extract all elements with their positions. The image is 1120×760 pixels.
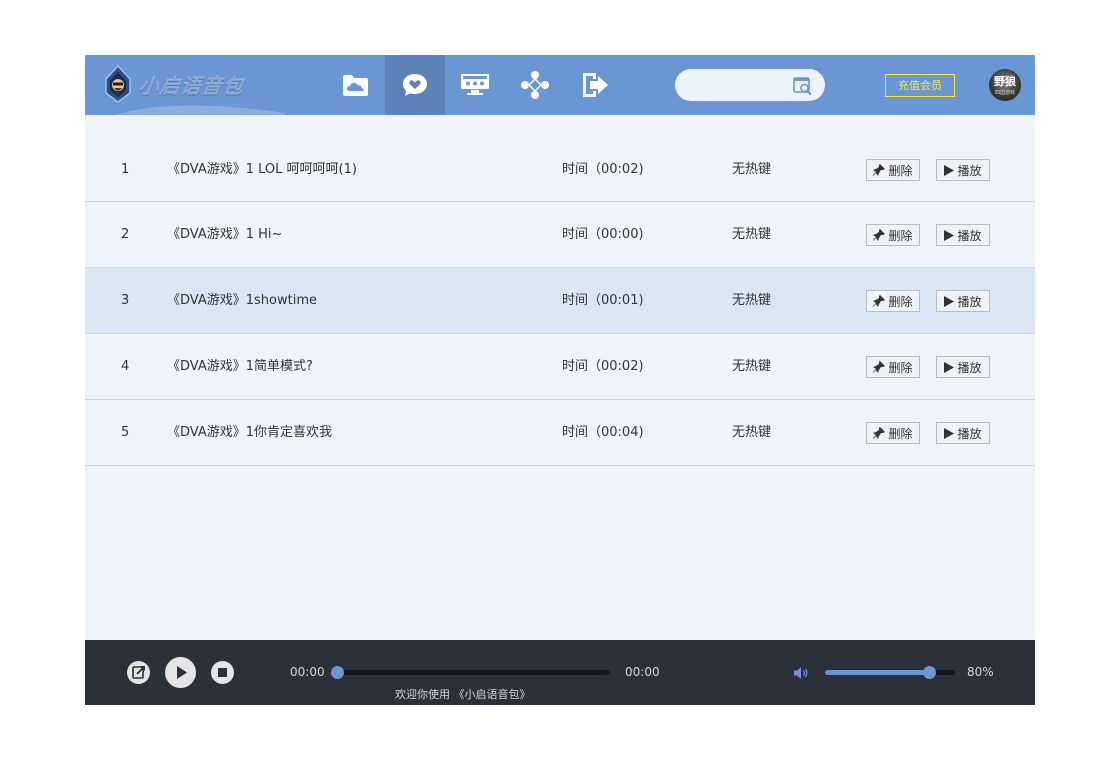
- row-index: 5: [121, 425, 130, 440]
- list-item[interactable]: 2 《DVA游戏》1 Hi~ 时间（00:00) 无热键 删除 播放: [85, 202, 1035, 268]
- player-bar: 00:00 00:00 欢迎你使用 《小启语音包》 80%: [85, 640, 1035, 705]
- cloud-folder-icon: [342, 75, 368, 96]
- sound-hotkey: 无热键: [732, 293, 772, 308]
- recharge-vip-button[interactable]: 充值会员: [885, 74, 955, 97]
- avatar-text: 野狼: [994, 75, 1016, 88]
- row-index: 1: [121, 162, 130, 177]
- sound-duration: 时间（00:04): [562, 425, 644, 440]
- delete-label: 删除: [888, 294, 913, 309]
- current-time: 00:00: [290, 665, 325, 679]
- app-window: 小启语音包 充值会员 野狼 四国游戏 1 《DVA游戏》1 LOL 呵呵呵呵(1…: [85, 55, 1035, 705]
- logo-swoosh-decoration: [115, 105, 285, 115]
- play-label: 播放: [957, 228, 982, 243]
- loop-button[interactable]: [127, 661, 150, 684]
- nav-cloud[interactable]: [325, 55, 385, 115]
- pin-icon: [873, 229, 886, 241]
- total-time: 00:00: [625, 665, 660, 679]
- avatar-subtext: 四国游戏: [994, 90, 1015, 96]
- delete-label: 删除: [888, 360, 913, 375]
- nav-exit[interactable]: [565, 55, 625, 115]
- sound-duration: 时间（00:01): [562, 293, 644, 308]
- play-button[interactable]: 播放: [936, 159, 990, 181]
- avatar[interactable]: 野狼 四国游戏: [989, 69, 1021, 101]
- delete-label: 删除: [888, 426, 913, 441]
- delete-label: 删除: [888, 163, 913, 178]
- speaker-icon[interactable]: [793, 666, 811, 680]
- play-icon: [944, 361, 955, 373]
- play-label: 播放: [957, 294, 982, 309]
- play-pause-button[interactable]: [165, 657, 196, 688]
- gamepad-icon: [521, 71, 549, 99]
- sound-duration: 时间（00:00): [562, 227, 644, 242]
- delete-button[interactable]: 删除: [866, 159, 920, 181]
- heart-chat-icon: [403, 74, 427, 96]
- play-icon: [944, 295, 955, 307]
- exit-icon: [583, 73, 608, 97]
- progress-bar[interactable]: [331, 666, 610, 679]
- nav-favorites[interactable]: [385, 55, 445, 115]
- volume-handle[interactable]: [923, 666, 936, 679]
- play-icon: [177, 666, 187, 679]
- sound-hotkey: 无热键: [732, 425, 772, 440]
- delete-button[interactable]: 删除: [866, 422, 920, 444]
- stop-button[interactable]: [211, 661, 234, 684]
- pin-icon: [873, 164, 886, 176]
- nav-game[interactable]: [505, 55, 565, 115]
- play-button[interactable]: 播放: [936, 356, 990, 378]
- delete-button[interactable]: 删除: [866, 224, 920, 246]
- sound-duration: 时间（00:02): [562, 162, 644, 177]
- sound-name: 《DVA游戏》1 Hi~: [167, 227, 283, 242]
- sound-hotkey: 无热键: [732, 162, 772, 177]
- stop-icon: [218, 668, 227, 677]
- volume-slider[interactable]: [825, 666, 955, 679]
- play-icon: [944, 427, 955, 439]
- search-input[interactable]: [689, 74, 793, 98]
- delete-button[interactable]: 删除: [866, 356, 920, 378]
- play-label: 播放: [957, 426, 982, 441]
- sound-list: 1 《DVA游戏》1 LOL 呵呵呵呵(1) 时间（00:02) 无热键 删除 …: [85, 137, 1035, 466]
- play-icon: [944, 164, 955, 176]
- nav-monitor[interactable]: [445, 55, 505, 115]
- sound-hotkey: 无热键: [732, 227, 772, 242]
- volume-percent: 80%: [967, 665, 994, 679]
- row-index: 2: [121, 227, 130, 242]
- delete-label: 删除: [888, 228, 913, 243]
- row-index: 3: [121, 293, 130, 308]
- sound-name: 《DVA游戏》1 LOL 呵呵呵呵(1): [167, 162, 357, 177]
- play-label: 播放: [957, 360, 982, 375]
- delete-button[interactable]: 删除: [866, 290, 920, 312]
- list-item[interactable]: 5 《DVA游戏》1你肯定喜欢我 时间（00:04) 无热键 删除 播放: [85, 400, 1035, 466]
- pin-icon: [873, 295, 886, 307]
- sound-name: 《DVA游戏》1showtime: [167, 293, 317, 308]
- sound-duration: 时间（00:02): [562, 359, 644, 374]
- progress-handle[interactable]: [331, 666, 344, 679]
- play-icon: [944, 229, 955, 241]
- pin-icon: [873, 361, 886, 373]
- volume-fill: [825, 670, 929, 675]
- play-label: 播放: [957, 163, 982, 178]
- play-button[interactable]: 播放: [936, 290, 990, 312]
- sound-hotkey: 无热键: [732, 359, 772, 374]
- top-bar: 小启语音包 充值会员 野狼 四国游戏: [85, 55, 1035, 115]
- loop-icon: [132, 666, 145, 679]
- play-button[interactable]: 播放: [936, 422, 990, 444]
- pin-icon: [873, 427, 886, 439]
- row-index: 4: [121, 359, 130, 374]
- list-item[interactable]: 3 《DVA游戏》1showtime 时间（00:01) 无热键 删除 播放: [85, 268, 1035, 334]
- list-item[interactable]: 1 《DVA游戏》1 LOL 呵呵呵呵(1) 时间（00:02) 无热键 删除 …: [85, 137, 1035, 202]
- monitor-icon: [461, 74, 489, 95]
- sound-name: 《DVA游戏》1简单模式?: [167, 359, 313, 374]
- search-box: [675, 69, 825, 101]
- welcome-text: 欢迎你使用 《小启语音包》: [395, 688, 531, 701]
- sound-name: 《DVA游戏》1你肯定喜欢我: [167, 425, 333, 440]
- list-item[interactable]: 4 《DVA游戏》1简单模式? 时间（00:02) 无热键 删除 播放: [85, 334, 1035, 400]
- search-icon[interactable]: [793, 76, 813, 96]
- main-nav: [325, 55, 625, 115]
- play-button[interactable]: 播放: [936, 224, 990, 246]
